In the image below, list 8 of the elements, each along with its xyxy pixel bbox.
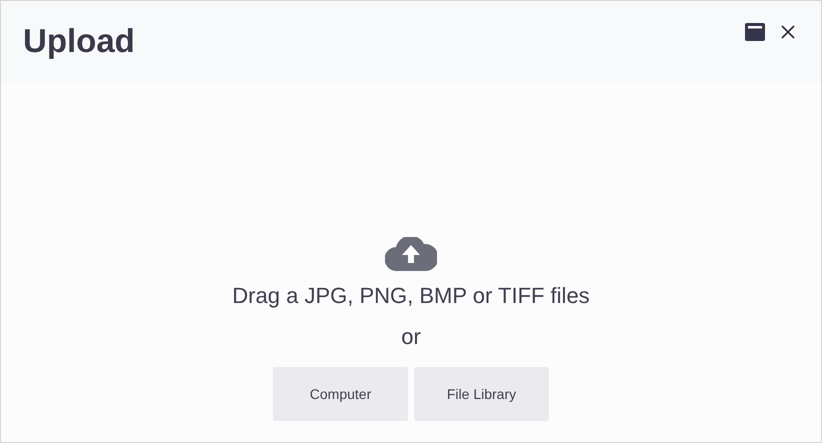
dialog-title: Upload <box>23 21 135 61</box>
separator-text: or <box>401 323 421 351</box>
source-button[interactable]: Computer <box>273 367 408 421</box>
instruction-text: Drag a JPG, PNG, BMP or TIFF files <box>232 282 590 310</box>
cloud-upload-icon <box>385 237 437 271</box>
window-icon[interactable] <box>745 23 765 41</box>
close-icon[interactable] <box>781 25 795 39</box>
source-button[interactable]: File Library <box>414 367 549 421</box>
